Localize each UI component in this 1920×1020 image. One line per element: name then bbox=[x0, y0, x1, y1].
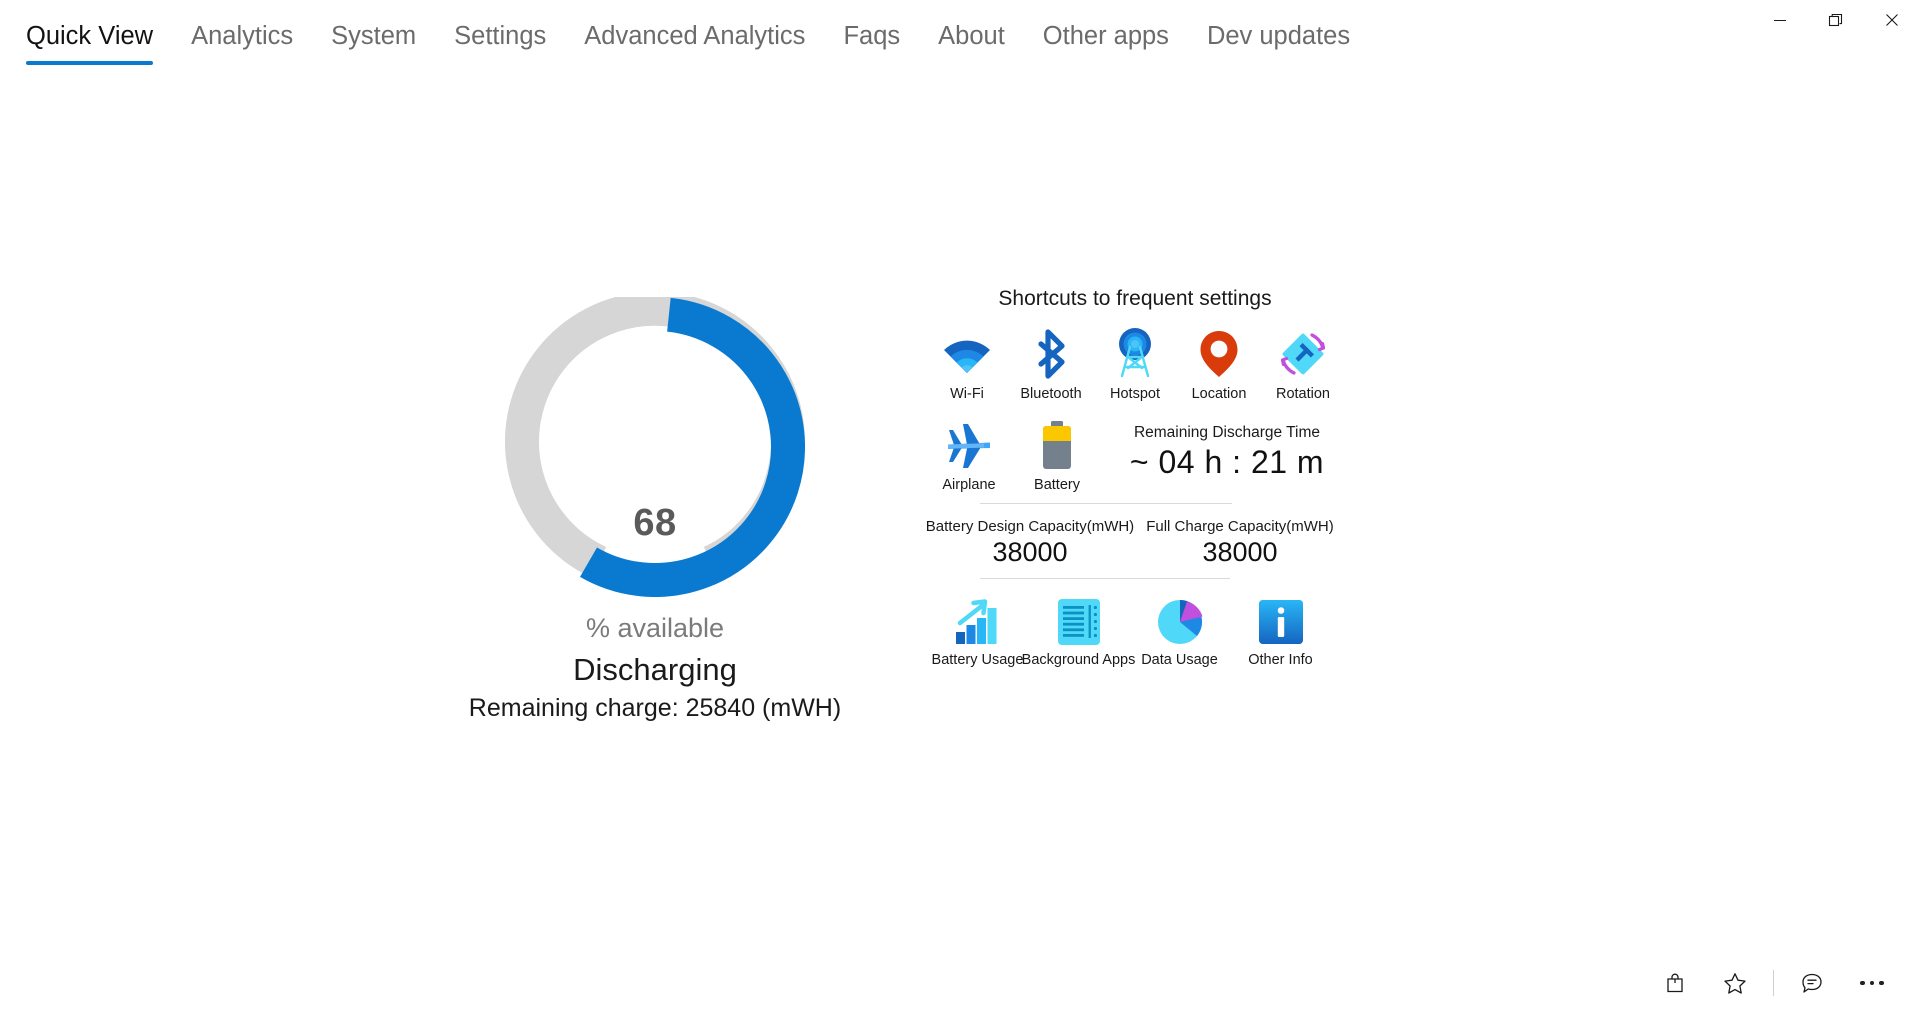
bluetooth-icon bbox=[1022, 325, 1080, 383]
tool-label: Battery Usage bbox=[931, 652, 1024, 668]
tool-label: Other Info bbox=[1248, 652, 1313, 668]
gauge-percent-value: 68 bbox=[633, 502, 677, 544]
capacity-label: Full Charge Capacity(mWH) bbox=[1146, 518, 1334, 535]
full-charge-capacity: Full Charge Capacity(mWH) 38000 bbox=[1135, 518, 1345, 568]
rotation-lock-icon bbox=[1274, 325, 1332, 383]
window-titlebar bbox=[1600, 0, 1920, 40]
shortcut-hotspot[interactable]: Hotspot bbox=[1093, 325, 1177, 402]
tool-label: Background Apps bbox=[1021, 652, 1136, 668]
list-document-icon bbox=[1052, 595, 1106, 649]
battery-icon bbox=[1028, 416, 1086, 474]
shortcuts-panel: Shortcuts to frequent settings Wi-Fi Blu… bbox=[925, 287, 1345, 668]
tab-settings[interactable]: Settings bbox=[435, 13, 565, 59]
close-icon bbox=[1886, 14, 1898, 26]
shortcut-label: Rotation bbox=[1275, 386, 1330, 402]
shortcuts-row-1: Wi-Fi Bluetooth Hotspot Location Rotatio… bbox=[925, 325, 1345, 402]
favorite-star-button[interactable] bbox=[1705, 961, 1765, 1005]
discharge-time-value: ~ 04 h : 21 m bbox=[1129, 444, 1325, 480]
capacity-label: Battery Design Capacity(mWH) bbox=[925, 518, 1135, 535]
tab-system[interactable]: System bbox=[312, 13, 435, 59]
location-pin-icon bbox=[1190, 325, 1248, 383]
shortcut-battery[interactable]: Battery bbox=[1013, 416, 1101, 493]
tool-battery-usage[interactable]: Battery Usage bbox=[927, 595, 1028, 668]
shortcut-label: Bluetooth bbox=[1020, 386, 1082, 402]
shortcut-label: Wi-Fi bbox=[950, 386, 984, 402]
shopping-bag-icon bbox=[1667, 973, 1683, 993]
shortcut-location[interactable]: Location bbox=[1177, 325, 1261, 402]
hotspot-icon bbox=[1106, 325, 1164, 383]
main-tab-bar: Quick View Analytics System Settings Adv… bbox=[0, 0, 1369, 72]
minimize-icon bbox=[1774, 20, 1786, 21]
shortcut-label: Hotspot bbox=[1110, 386, 1160, 402]
maximize-button[interactable] bbox=[1808, 0, 1864, 40]
tool-background-apps[interactable]: Background Apps bbox=[1022, 595, 1135, 668]
pie-chart-icon bbox=[1153, 595, 1207, 649]
remaining-charge-label: Remaining charge: 25840 (mWH) bbox=[468, 694, 842, 722]
shortcut-label: Battery bbox=[1034, 477, 1080, 493]
shortcut-bluetooth[interactable]: Bluetooth bbox=[1009, 325, 1093, 402]
shortcut-airplane[interactable]: Airplane bbox=[925, 416, 1013, 493]
tool-label: Data Usage bbox=[1141, 652, 1218, 668]
quick-view-page: 68 % available Discharging Remaining cha… bbox=[0, 72, 1920, 972]
shortcut-label: Location bbox=[1191, 386, 1247, 402]
tool-other-info[interactable]: Other Info bbox=[1230, 595, 1331, 668]
bottom-toolbar bbox=[1645, 958, 1902, 1008]
gauge-unit-label: % available bbox=[585, 613, 725, 643]
minimize-button[interactable] bbox=[1752, 0, 1808, 40]
feedback-button[interactable] bbox=[1782, 961, 1842, 1005]
toolbar-separator bbox=[1773, 970, 1774, 996]
close-button[interactable] bbox=[1864, 0, 1920, 40]
airplane-icon bbox=[940, 416, 998, 474]
shortcut-wifi[interactable]: Wi-Fi bbox=[925, 325, 1009, 402]
favorite-star-icon bbox=[1724, 973, 1746, 994]
battery-state-label: Discharging bbox=[573, 652, 737, 687]
battery-design-capacity: Battery Design Capacity(mWH) 38000 bbox=[925, 518, 1135, 568]
panel-divider-lower bbox=[980, 578, 1230, 579]
more-options-icon bbox=[1860, 980, 1884, 986]
capacity-value: 38000 bbox=[992, 537, 1068, 567]
capacity-value: 38000 bbox=[1202, 537, 1278, 567]
feedback-chat-icon bbox=[1802, 973, 1822, 993]
tab-faqs[interactable]: Faqs bbox=[824, 13, 919, 59]
shortcut-label: Airplane bbox=[942, 477, 996, 493]
shortcut-rotation[interactable]: Rotation bbox=[1261, 325, 1345, 402]
maximize-icon bbox=[1828, 13, 1843, 27]
tab-dev-updates[interactable]: Dev updates bbox=[1188, 13, 1369, 59]
capacity-row: Battery Design Capacity(mWH) 38000 Full … bbox=[925, 518, 1345, 568]
tool-data-usage[interactable]: Data Usage bbox=[1129, 595, 1230, 668]
info-icon bbox=[1254, 595, 1308, 649]
battery-gauge: 68 bbox=[505, 297, 805, 597]
tab-about[interactable]: About bbox=[919, 13, 1024, 59]
shortcuts-row-2: Airplane Battery Remaining Discharge Tim… bbox=[925, 416, 1345, 493]
tab-analytics[interactable]: Analytics bbox=[172, 13, 312, 59]
discharge-time-label: Remaining Discharge Time bbox=[1133, 424, 1321, 441]
more-options-button[interactable] bbox=[1842, 961, 1902, 1005]
battery-gauge-block: 68 % available Discharging Remaining cha… bbox=[445, 297, 865, 723]
tab-other-apps[interactable]: Other apps bbox=[1024, 13, 1188, 59]
bar-chart-up-icon bbox=[951, 595, 1005, 649]
shopping-bag-button[interactable] bbox=[1645, 961, 1705, 1005]
panel-divider-upper bbox=[980, 503, 1232, 504]
wifi-icon bbox=[938, 325, 996, 383]
tab-quick-view[interactable]: Quick View bbox=[26, 13, 172, 65]
tools-row: Battery Usage Background Apps Data Usage… bbox=[925, 595, 1345, 668]
shortcuts-title: Shortcuts to frequent settings bbox=[998, 287, 1272, 310]
remaining-discharge-block: Remaining Discharge Time ~ 04 h : 21 m bbox=[1101, 416, 1345, 481]
tab-advanced-analytics[interactable]: Advanced Analytics bbox=[565, 13, 824, 59]
